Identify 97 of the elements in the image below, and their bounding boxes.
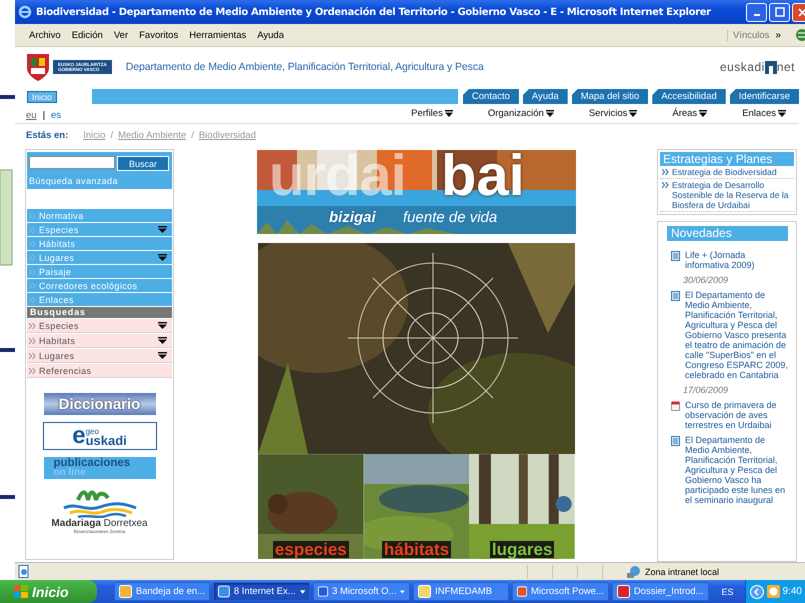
chevron-icon [662,169,669,175]
taskbar-button[interactable]: INFMEDAMB [413,582,509,601]
sidebar-item[interactable]: Especies [27,319,172,333]
globe-icon[interactable] [795,28,805,42]
sidebar-item[interactable]: Referencias [27,364,172,378]
calendar-icon [671,401,680,411]
security-zone: Zona intranet local [645,566,720,576]
separator-text: / [110,130,114,140]
window-title: Biodiversidad - Departamento de Medio Ambiente y Ordenación del Territorio - Gobierno Vasco - E - Microsoft Internet Explorer [36,6,711,18]
chevron-icon [29,368,36,374]
portal-logo[interactable]: euskadi net [720,60,795,74]
language-link[interactable]: eu [26,110,37,121]
close-icon [798,8,805,16]
chevron-icon [29,240,36,246]
menu-item[interactable]: Archivo [29,30,61,40]
chevron-icon [29,226,36,232]
network-icon [627,565,641,578]
chevron-icon[interactable] [750,584,764,598]
nav-tab[interactable]: Accesibilidad [652,89,726,104]
news-date: 30/06/2009 [682,275,730,285]
panel-title: Estrategias y Planes [660,152,794,166]
app-icon [616,585,630,598]
chevron-icon [29,338,36,344]
maximize-icon [774,7,784,17]
chevron-icon [29,352,36,358]
taskbar-button[interactable]: Microsoft Powe... [512,582,609,601]
menu-link[interactable]: Organización [488,108,559,119]
news-date: 17/06/2009 [682,385,730,395]
taskbar-button[interactable]: Dossier_Introd... [612,582,709,601]
app-icon [218,585,230,598]
separator-text: | [42,110,46,121]
publications-banner[interactable]: publicaciones on line [44,457,156,479]
section-link[interactable]: lugares [490,541,554,558]
menu-item[interactable]: Edición [72,30,103,40]
nav-tab[interactable]: Mapa del sitio [572,89,648,104]
news-link[interactable]: El Departamento de Medio Ambiente, Planificación Territorial, Agricultura y Pesca del Gobierno Vasco presenta el teatro de animación de calle "SuperBios" en el Congreso ESPARC 2009, celebrado en Cantabria [685,290,788,380]
app-icon [418,585,432,598]
coat-of-arms-icon [25,52,51,82]
windows-logo-icon [14,585,28,598]
news-link[interactable]: El Departamento de Medio Ambiente, Planificación Territorial, Agricultura y Pesca del Gobierno Vasco ha participado este lunes en el seminario inaugural [685,435,788,505]
document-icon [671,291,680,301]
department-title: Departamento de Medio Ambiente, Planificación Territorial, Agricultura y Pesca [126,61,484,73]
section-link[interactable]: hábitats [382,541,452,558]
chevron-icon [29,296,36,302]
app-icon [516,585,527,598]
start-button[interactable]: Inicio [0,580,97,603]
menu-link[interactable]: Perfiles [411,108,458,119]
strategy-link[interactable]: Estrategia de Desarrollo Sostenible de la Reserva de la Biosfera de Urdaibai [660,179,794,212]
chevron-icon [662,182,669,188]
sidebar-item[interactable]: Habitats [27,334,172,348]
nav-tab[interactable]: Ayuda [522,89,568,104]
language-indicator[interactable]: ES [722,586,734,596]
chevron-icon [29,268,36,274]
section-link[interactable]: especies [272,541,349,558]
chevron-icon [29,282,36,288]
app-icon [118,585,132,598]
search-button[interactable]: Buscar [117,156,169,171]
banner-tagline: bizigai [329,209,376,226]
maximize-button[interactable] [769,2,790,22]
chevron-icon [29,212,36,218]
language-link[interactable]: es [51,110,62,121]
menu-item[interactable]: Favoritos [139,30,178,40]
menu-link[interactable]: Áreas [672,108,712,119]
taskbar-button[interactable]: Bandeja de en... [114,582,210,601]
strategy-link[interactable]: Estrategia de Biodiversidad [660,166,794,179]
news-link[interactable]: Life + (Jornada informativa 2009) [685,250,788,270]
menu-link[interactable]: Enlaces [742,108,791,119]
banner-tagline: fuente de vida [403,209,498,226]
separator-text: / [191,130,194,140]
search-field[interactable] [29,156,115,169]
app-icon [318,585,328,598]
clock: 9:40 [782,586,802,597]
taskbar-button[interactable]: 3 Microsoft O... [313,582,410,601]
nav-tab[interactable]: Contacto [462,89,519,104]
section-heading: Busquedas [27,307,172,318]
document-icon [671,251,680,261]
breadcrumb-link[interactable]: Medio Ambiente [118,130,186,140]
more-button[interactable]: » [775,30,781,40]
menu-item[interactable]: Herramientas [189,30,246,40]
page-icon [18,565,30,578]
news-link[interactable]: Curso de primavera de observación de aves terrestres en Urdaibai [685,400,788,430]
document-icon [671,436,680,446]
minimize-button[interactable] [746,2,767,22]
sidebar-item[interactable]: Lugares [27,349,172,363]
breadcrumb-label: Estás en: [26,130,68,140]
browser-icon [18,5,32,19]
menu-item[interactable]: Ayuda [257,30,284,40]
links-label[interactable]: Vínculos [727,30,770,40]
nav-tab[interactable]: Identificarse [730,89,799,104]
taskbar-button[interactable]: 8 Internet Ex... [213,582,310,601]
chevron-icon [29,254,36,260]
panel-title: Novedades [667,226,788,241]
breadcrumb-link[interactable]: Inicio [83,130,106,140]
banner-title: urdai [269,146,406,206]
menu-item[interactable]: Ver [114,30,128,40]
menu-link[interactable]: Servicios [588,108,642,119]
chevron-icon [29,322,36,328]
